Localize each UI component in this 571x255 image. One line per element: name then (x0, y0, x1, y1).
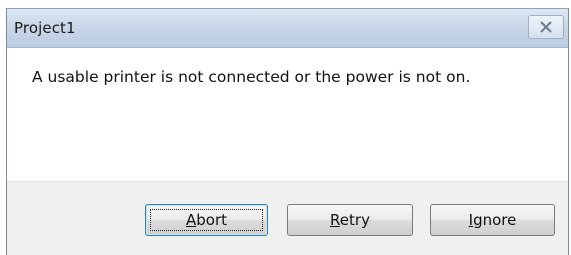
title-bar[interactable]: Project1 (7, 9, 568, 48)
message-box-dialog: Project1 A usable printer is not connect… (6, 8, 569, 255)
ignore-button-label: Ignore (468, 211, 517, 229)
window-title: Project1 (14, 19, 76, 37)
ignore-button[interactable]: Ignore (430, 204, 555, 236)
message-text: A usable printer is not connected or the… (32, 68, 471, 86)
retry-button[interactable]: Retry (287, 204, 413, 236)
abort-button-label: Abort (185, 211, 227, 229)
abort-button[interactable]: Abort (145, 204, 268, 236)
retry-button-label: Retry (330, 211, 370, 229)
button-bar: Abort Retry Ignore (7, 181, 568, 255)
close-button[interactable] (528, 15, 564, 39)
close-x-icon (540, 21, 552, 33)
